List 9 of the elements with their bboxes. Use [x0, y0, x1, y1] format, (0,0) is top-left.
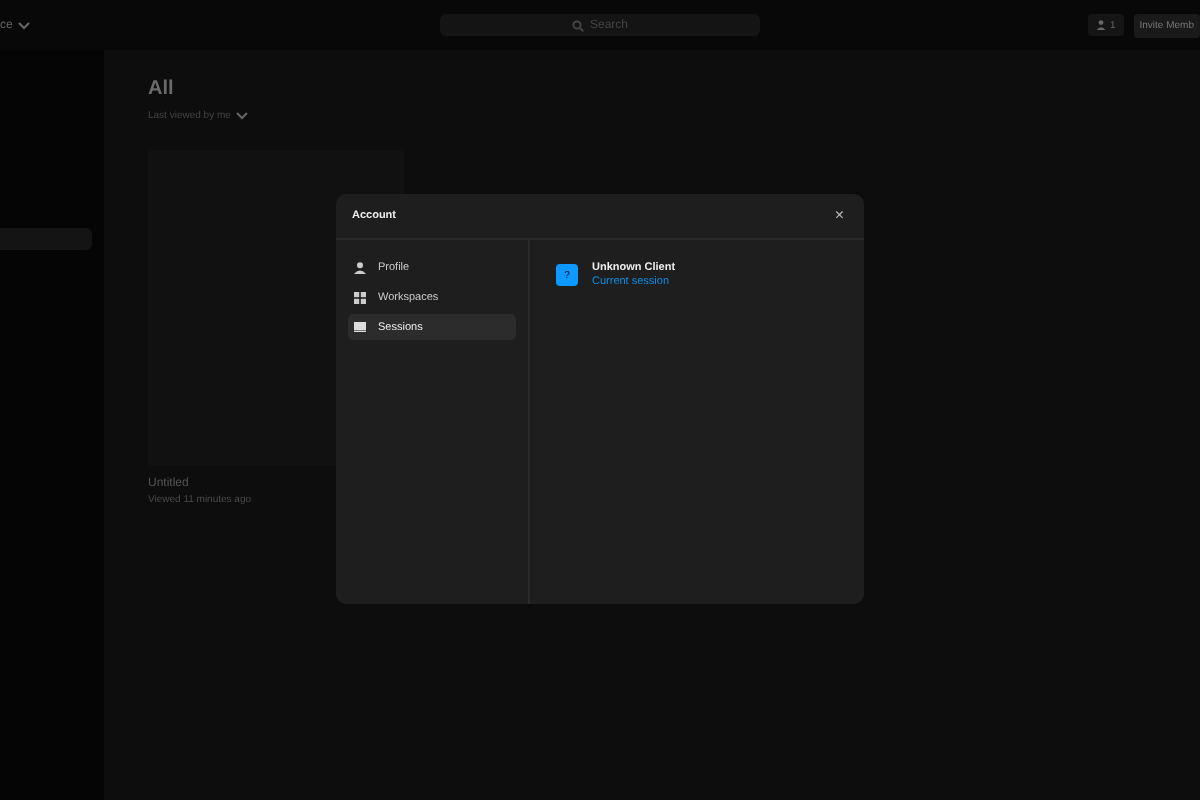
- search-icon: [571, 19, 584, 31]
- chevron-icon: [18, 21, 31, 29]
- close-button[interactable]: ×: [830, 208, 848, 224]
- person-icon: [1095, 20, 1106, 30]
- grid-icon: [354, 291, 366, 303]
- laptop-icon: [354, 322, 366, 332]
- page-title: All: [148, 78, 176, 100]
- person-icon: [354, 261, 366, 273]
- chevron-icon: [236, 112, 249, 120]
